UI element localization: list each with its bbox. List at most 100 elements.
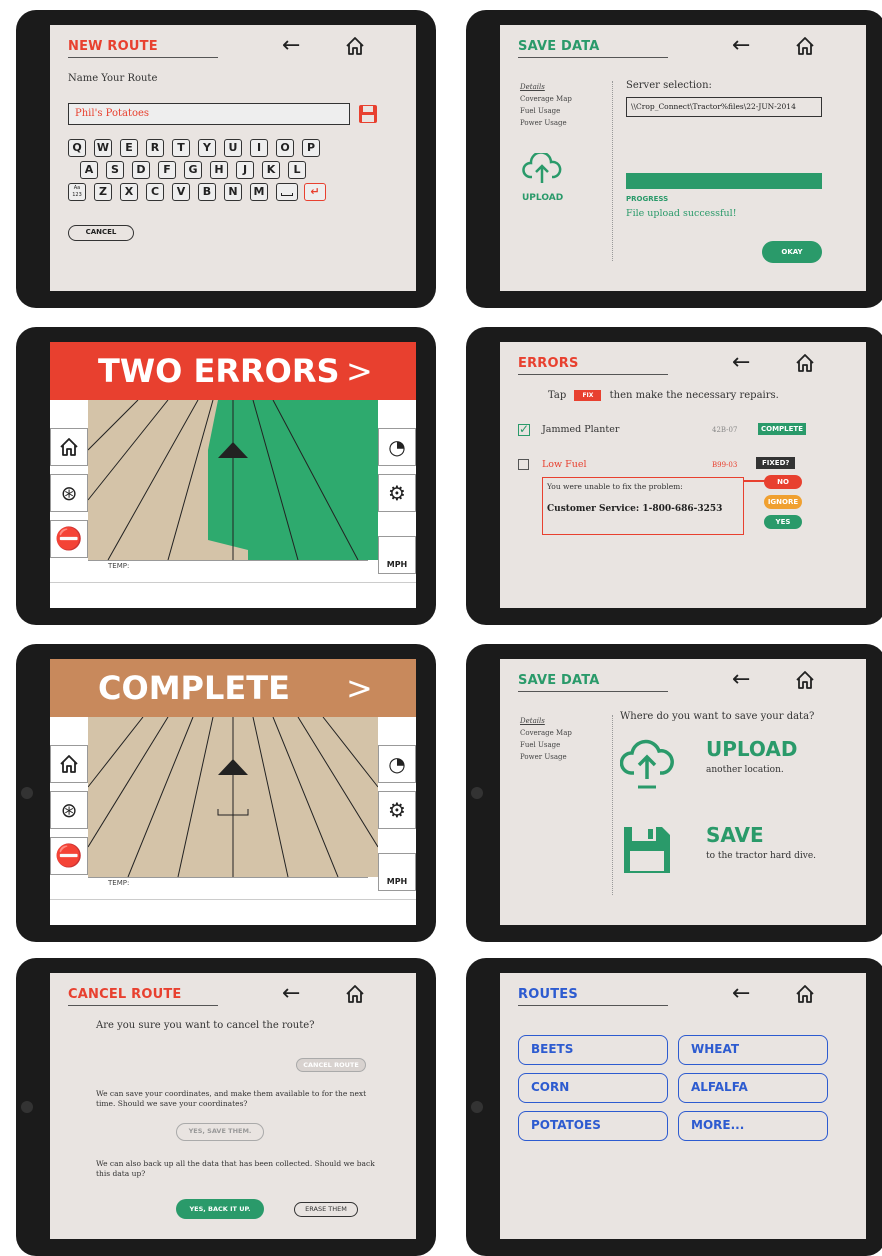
save-title[interactable]: SAVE	[706, 823, 764, 847]
speedometer-icon[interactable]: ◔	[378, 428, 416, 466]
sidebar-list: Details Coverage Map Fuel Usage Power Us…	[520, 715, 572, 763]
sidebar-item-power[interactable]: Power Usage	[520, 751, 572, 763]
error-code: B99-03	[712, 461, 738, 469]
gear-icon[interactable]: ⚙	[378, 474, 416, 512]
key-t[interactable]: T	[172, 139, 190, 157]
key-k[interactable]: K	[262, 161, 280, 179]
home-icon[interactable]	[794, 35, 816, 57]
key-w[interactable]: W	[94, 139, 112, 157]
route-more[interactable]: MORE...	[678, 1111, 828, 1141]
key-d[interactable]: D	[132, 161, 150, 179]
key-o[interactable]: O	[276, 139, 294, 157]
status-badge: COMPLETE	[758, 423, 806, 435]
home-icon[interactable]	[344, 983, 366, 1005]
key-m[interactable]: M	[250, 183, 268, 201]
sidebar-list: Details Coverage Map Fuel Usage Power Us…	[520, 81, 572, 129]
steering-wheel-icon[interactable]: ⊛	[50, 474, 88, 512]
home-icon[interactable]	[344, 35, 366, 57]
divider	[612, 81, 613, 261]
no-button[interactable]: NO	[764, 475, 802, 489]
sidebar-item-fuel[interactable]: Fuel Usage	[520, 105, 572, 117]
chevron-right-icon: >	[346, 669, 373, 707]
key-e[interactable]: E	[120, 139, 138, 157]
back-arrow-icon[interactable]: ←	[282, 981, 300, 1006]
key-b[interactable]: B	[198, 183, 216, 201]
upload-label[interactable]: UPLOAD	[522, 193, 563, 203]
banner-text: TWO ERRORS	[98, 352, 340, 390]
erase-button[interactable]: ERASE THEM	[294, 1202, 358, 1217]
key-h[interactable]: H	[210, 161, 228, 179]
key-p[interactable]: P	[302, 139, 320, 157]
key-a[interactable]: A	[80, 161, 98, 179]
back-arrow-icon[interactable]: ←	[282, 33, 300, 58]
fixed-question-badge[interactable]: FIXED?	[756, 457, 796, 469]
route-alfalfa[interactable]: ALFALFA	[678, 1073, 828, 1103]
floppy-disk-icon[interactable]	[622, 825, 672, 875]
ignore-button[interactable]: IGNORE	[764, 495, 802, 509]
stop-icon[interactable]: ⛔	[50, 837, 88, 875]
key-r[interactable]: R	[146, 139, 164, 157]
sidebar-item-coverage[interactable]: Coverage Map	[520, 727, 572, 739]
backup-button[interactable]: YES, BACK IT UP.	[176, 1199, 264, 1219]
route-potatoes[interactable]: POTATOES	[518, 1111, 668, 1141]
key-x[interactable]: X	[120, 183, 138, 201]
stop-icon[interactable]: ⛔	[50, 520, 88, 558]
instruction: Tap FIX then make the necessary repairs.	[548, 390, 779, 401]
yes-button[interactable]: YES	[764, 515, 802, 529]
key-u[interactable]: U	[224, 139, 242, 157]
route-beets[interactable]: BEETS	[518, 1035, 668, 1065]
sidebar-item-fuel[interactable]: Fuel Usage	[520, 739, 572, 751]
key-j[interactable]: J	[236, 161, 254, 179]
key-q[interactable]: Q	[68, 139, 86, 157]
save-coords-button[interactable]: YES, SAVE THEM.	[176, 1123, 264, 1141]
key-v[interactable]: V	[172, 183, 190, 201]
home-icon[interactable]	[794, 352, 816, 374]
divider	[50, 582, 416, 583]
speedometer-icon[interactable]: ◔	[378, 745, 416, 783]
complete-banner[interactable]: COMPLETE >	[50, 659, 416, 717]
key-y[interactable]: Y	[198, 139, 216, 157]
back-arrow-icon[interactable]: ←	[732, 350, 750, 375]
cancel-route-button[interactable]: CANCEL ROUTE	[296, 1058, 366, 1072]
home-icon[interactable]	[50, 745, 88, 783]
sidebar-item-coverage[interactable]: Coverage Map	[520, 93, 572, 105]
page-title: SAVE DATA	[518, 39, 600, 54]
home-icon[interactable]	[50, 428, 88, 466]
home-icon[interactable]	[794, 983, 816, 1005]
sidebar-item-details[interactable]: Details	[520, 715, 572, 727]
back-arrow-icon[interactable]: ←	[732, 981, 750, 1006]
upload-title[interactable]: UPLOAD	[706, 737, 797, 761]
key-g[interactable]: G	[184, 161, 202, 179]
key-mode-toggle[interactable]: Aa 123	[68, 183, 86, 201]
key-c[interactable]: C	[146, 183, 164, 201]
cloud-upload-icon[interactable]	[620, 735, 674, 795]
server-path-input[interactable]: \\Crop_Connect\Tractor%files\22-JUN-2014	[626, 97, 822, 117]
steering-wheel-icon[interactable]: ⊛	[50, 791, 88, 829]
back-arrow-icon[interactable]: ←	[732, 33, 750, 58]
key-s[interactable]: S	[106, 161, 124, 179]
checkbox[interactable]	[518, 459, 529, 470]
checkbox-checked[interactable]: ✓	[518, 423, 530, 436]
cancel-button[interactable]: CANCEL	[68, 225, 134, 241]
key-i[interactable]: I	[250, 139, 268, 157]
sidebar-item-power[interactable]: Power Usage	[520, 117, 572, 129]
gear-icon[interactable]: ⚙	[378, 791, 416, 829]
key-z[interactable]: Z	[94, 183, 112, 201]
route-corn[interactable]: CORN	[518, 1073, 668, 1103]
route-name-input[interactable]: Phil's Potatoes	[68, 103, 350, 125]
sidebar-item-details[interactable]: Details	[520, 81, 572, 93]
enter-key[interactable]: ↵	[304, 183, 326, 201]
space-key[interactable]	[276, 183, 298, 201]
back-arrow-icon[interactable]: ←	[732, 667, 750, 692]
key-l[interactable]: L	[288, 161, 306, 179]
key-n[interactable]: N	[224, 183, 242, 201]
instruction-post: then make the necessary repairs.	[609, 390, 779, 401]
route-wheat[interactable]: WHEAT	[678, 1035, 828, 1065]
temp-label: TEMP:	[88, 877, 368, 889]
home-icon[interactable]	[794, 669, 816, 691]
save-icon[interactable]	[358, 104, 378, 124]
error-banner[interactable]: TWO ERRORS >	[50, 342, 416, 400]
key-f[interactable]: F	[158, 161, 176, 179]
cloud-upload-icon[interactable]	[522, 153, 562, 187]
okay-button[interactable]: OKAY	[762, 241, 822, 263]
